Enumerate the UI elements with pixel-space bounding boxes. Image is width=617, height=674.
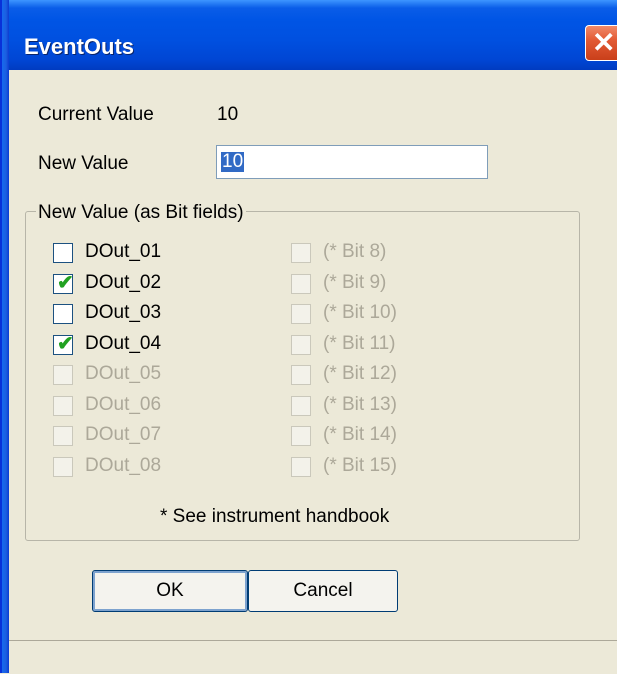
bit-checkbox-left-4: DOut_05	[53, 363, 253, 389]
bit-checkbox-left-0[interactable]: DOut_01	[53, 241, 253, 267]
bit-checkbox-left-5: DOut_06	[53, 394, 253, 420]
checkbox-label: (* Bit 12)	[323, 363, 397, 384]
checkbox-box	[291, 243, 311, 263]
checkbox-label: DOut_08	[85, 455, 162, 476]
bit-checkbox-right-7: (* Bit 15)	[291, 455, 491, 481]
bit-checkbox-left-7: DOut_08	[53, 455, 253, 481]
bit-checkbox-right-2: (* Bit 10)	[291, 302, 491, 328]
checkbox-box	[291, 274, 311, 294]
checkbox-label: (* Bit 13)	[323, 394, 397, 415]
bit-checkbox-right-4: (* Bit 12)	[291, 363, 491, 389]
window-title: EventOuts	[24, 34, 135, 59]
bit-checkbox-right-6: (* Bit 14)	[291, 424, 491, 450]
checkbox-box	[291, 396, 311, 416]
checkbox-box	[53, 457, 73, 477]
checkmark-icon: ✔	[57, 333, 74, 355]
bit-checkbox-right-5: (* Bit 13)	[291, 394, 491, 420]
bit-checkbox-right-0: (* Bit 8)	[291, 241, 491, 267]
checkbox-box	[291, 304, 311, 324]
checkbox-label: (* Bit 8)	[323, 241, 387, 262]
handbook-note: * See instrument handbook	[160, 506, 390, 527]
title-bar[interactable]: EventOuts ✕	[0, 0, 617, 70]
checkbox-label: DOut_01	[85, 241, 162, 262]
checkbox-label: (* Bit 10)	[323, 302, 397, 323]
bit-checkbox-right-1: (* Bit 9)	[291, 272, 491, 298]
bit-checkbox-left-6: DOut_07	[53, 424, 253, 450]
new-value-input[interactable]: 10	[216, 145, 488, 179]
bit-checkbox-left-3[interactable]: ✔ DOut_04	[53, 333, 253, 359]
checkbox-label: (* Bit 11)	[323, 333, 396, 354]
checkbox-box	[291, 457, 311, 477]
checkbox-label: (* Bit 15)	[323, 455, 397, 476]
status-bar	[9, 640, 617, 674]
eventouts-dialog: EventOuts ✕ Current Value 10 New Value 1…	[0, 0, 617, 674]
checkbox-label: DOut_02	[85, 272, 162, 293]
new-value-label: New Value	[38, 153, 128, 175]
checkbox-box[interactable]	[53, 243, 73, 263]
new-value-input-text: 10	[221, 151, 245, 172]
checkbox-box	[291, 365, 311, 385]
current-value: 10	[217, 104, 239, 125]
bit-checkbox-left-2[interactable]: DOut_03	[53, 302, 253, 328]
checkbox-label: DOut_06	[85, 394, 162, 415]
checkbox-box[interactable]: ✔	[53, 272, 74, 294]
new-value-label-text: New Value	[38, 153, 129, 174]
checkbox-box	[53, 396, 73, 416]
bit-checkbox-right-3: (* Bit 11)	[291, 333, 491, 359]
checkbox-label: DOut_03	[85, 302, 162, 323]
cancel-button[interactable]: Cancel	[248, 570, 398, 612]
checkbox-box	[53, 365, 73, 385]
checkbox-label: (* Bit 14)	[323, 424, 397, 445]
window-left-border	[0, 0, 9, 673]
checkbox-box[interactable]: ✔	[53, 333, 74, 355]
close-button[interactable]: ✕	[585, 25, 617, 61]
checkbox-label: DOut_07	[85, 424, 162, 445]
checkbox-label: DOut_04	[85, 333, 162, 354]
checkbox-label: (* Bit 9)	[323, 272, 387, 293]
ok-button[interactable]: OK	[92, 570, 248, 612]
checkbox-box[interactable]	[53, 304, 73, 324]
checkmark-icon: ✔	[57, 272, 74, 294]
bit-fields-group-title: New Value (as Bit fields)	[36, 202, 246, 224]
checkbox-box	[291, 426, 311, 446]
checkbox-label: DOut_05	[85, 363, 162, 384]
current-value-label: Current Value	[38, 104, 154, 125]
close-icon: ✕	[592, 27, 616, 58]
bit-checkbox-left-1[interactable]: ✔ DOut_02	[53, 272, 253, 298]
checkbox-box	[291, 335, 311, 355]
checkbox-box	[53, 426, 73, 446]
